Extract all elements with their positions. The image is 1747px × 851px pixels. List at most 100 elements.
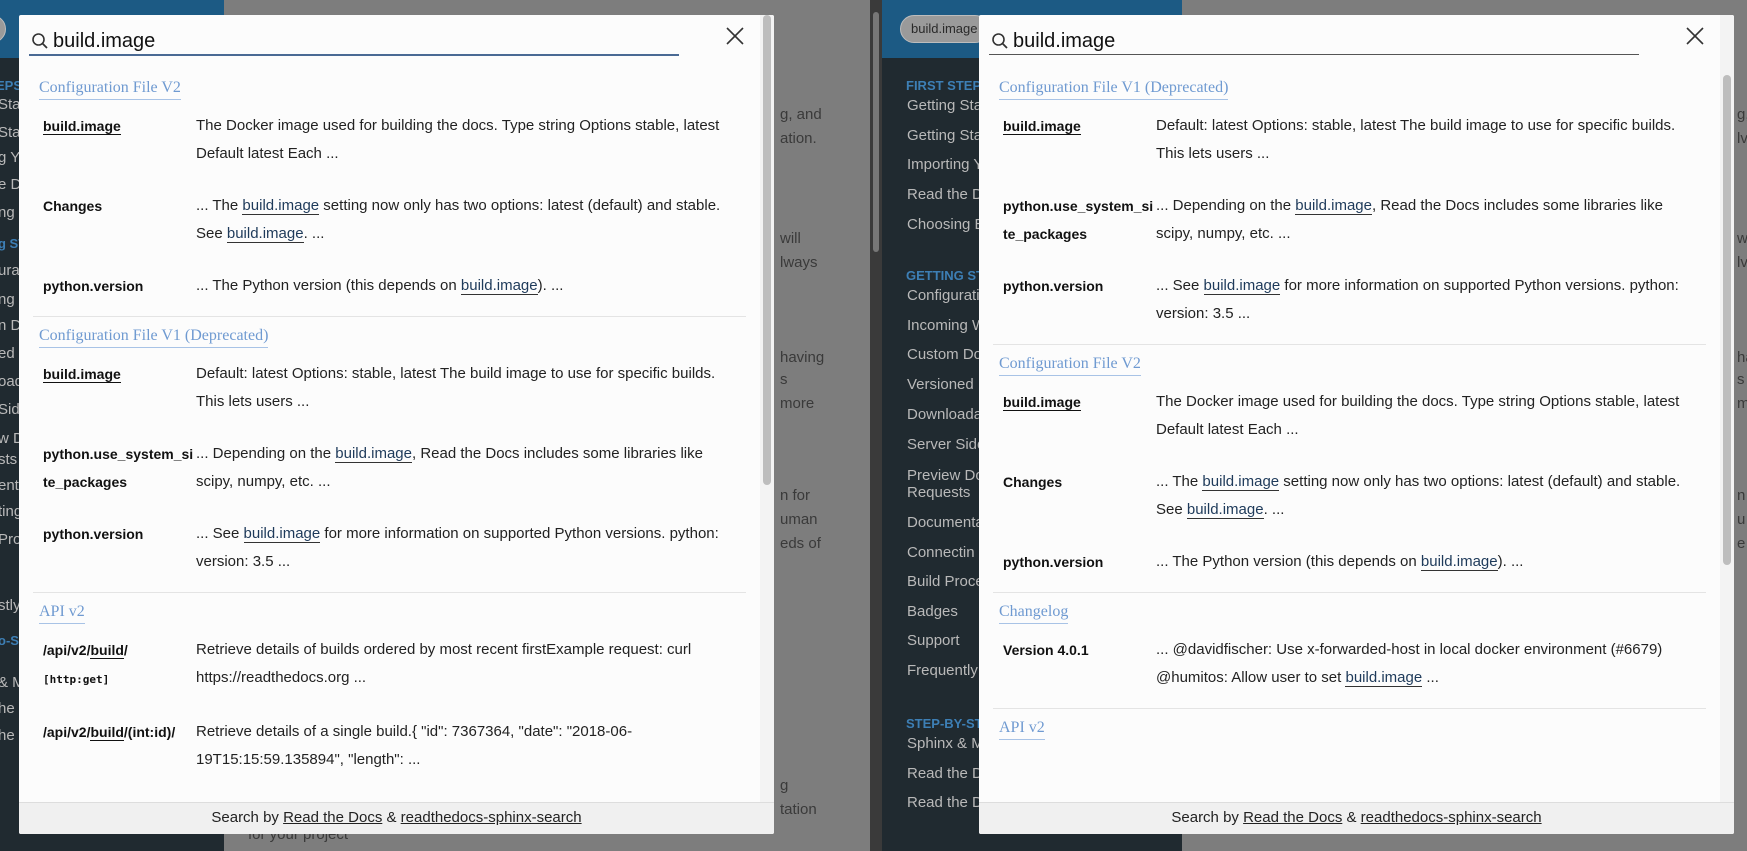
sidebar-item[interactable]: Support [907, 632, 960, 649]
sphinx-search-link[interactable]: readthedocs-sphinx-search [1361, 809, 1542, 826]
snippet-text: ... [1422, 669, 1439, 686]
search-input[interactable] [1013, 26, 1643, 56]
sidebar-item[interactable]: Connectin [907, 544, 975, 561]
hit-snippet: ... @davidfischer: Use x-forwarded-host … [1156, 636, 1696, 692]
snippet-text: ... Depending on the [196, 445, 336, 462]
section-title-link[interactable]: Changelog [999, 603, 1069, 624]
sidebar-item[interactable]: Custom Do [907, 346, 982, 363]
highlight-link[interactable]: build.image [243, 525, 321, 543]
highlight-link[interactable]: build.image [335, 445, 412, 463]
snippet-text: ... The Python version (this depends on [1156, 553, 1421, 570]
scrollbar-thumb[interactable] [763, 15, 771, 485]
sidebar-item[interactable]: Sta [0, 124, 21, 141]
http-method-tag: [http:get] [43, 673, 110, 686]
section-title-link[interactable]: API v2 [999, 719, 1045, 740]
results-scrollbar[interactable] [760, 15, 774, 802]
sidebar-item[interactable]: Versioned D [907, 376, 989, 393]
hit-key[interactable]: /api/v2/build/ [http:get] [43, 636, 196, 694]
result-hit[interactable]: Changes ... The build.image setting now o… [993, 456, 1706, 536]
highlight-link[interactable]: build.image [1345, 669, 1423, 687]
hit-key[interactable]: build.image [43, 112, 196, 168]
sidebar-item[interactable]: Incoming W [907, 317, 986, 334]
divider-scrollbar[interactable] [873, 12, 879, 252]
hit-key[interactable]: python.version [1003, 548, 1156, 576]
hit-key[interactable]: build.image [1003, 388, 1156, 444]
highlight-link[interactable]: build.image [1202, 473, 1280, 491]
sidebar-item[interactable]: Documenta [907, 514, 984, 531]
sidebar-item[interactable]: Requests [907, 484, 970, 501]
sidebar-item[interactable]: Choosing B [907, 216, 985, 233]
result-hit[interactable]: python.version ... See build.image for mo… [33, 508, 746, 588]
highlight-link[interactable]: build.image [1420, 553, 1498, 571]
hit-key[interactable]: Version 4.0.1 [1003, 636, 1156, 692]
highlight-link[interactable]: build.image [242, 197, 320, 215]
sidebar-item[interactable]: Importing Y [907, 156, 983, 173]
result-hit[interactable]: build.image The Docker image used for bui… [33, 100, 746, 180]
highlight-link[interactable]: build.image [1203, 277, 1281, 295]
sidebar-item[interactable]: Preview Do [907, 467, 984, 484]
result-hit[interactable]: build.image The Docker image used for bui… [993, 376, 1706, 456]
result-hit[interactable]: python.version ... See build.image for mo… [993, 260, 1706, 340]
sidebar-item[interactable]: Server Side [907, 436, 985, 453]
highlight-link[interactable]: build.image [1186, 501, 1264, 519]
sidebar-item[interactable]: Frequently [907, 662, 978, 679]
hit-snippet: ... The build.image setting now only has… [196, 192, 736, 248]
hit-key-text: build.image [1003, 394, 1081, 411]
section-title-link[interactable]: Configuration File V2 [39, 79, 181, 100]
result-hit[interactable]: Changes ... The build.image setting now o… [33, 180, 746, 260]
close-icon[interactable] [722, 23, 748, 49]
hit-key-text: build.image [43, 118, 121, 135]
sidebar-item[interactable]: Sphinx & M [907, 735, 984, 752]
section-title-link[interactable]: API v2 [39, 603, 85, 624]
content-text: tation [780, 801, 817, 818]
section-title-link[interactable]: Configuration File V1 (Deprecated) [39, 327, 269, 348]
highlight-link[interactable]: build.image [460, 277, 538, 295]
hit-key[interactable]: /api/v2/build/(int:id)/ [43, 718, 196, 774]
hit-key[interactable]: python.use_system_site_packages [43, 440, 196, 496]
scrollbar-thumb[interactable] [1723, 75, 1731, 565]
highlight-link[interactable]: build.image [226, 225, 304, 243]
sidebar-item[interactable]: Sta [0, 96, 21, 113]
highlight-link[interactable]: build.image [1295, 197, 1372, 215]
snippet-text: The Docker image used for building the d… [196, 117, 720, 162]
result-hit[interactable]: python.version ... The Python version (th… [993, 536, 1706, 588]
version-chip[interactable]: build.image [900, 15, 989, 43]
sidebar-item[interactable]: Read the D [907, 794, 983, 811]
hit-key[interactable]: python.version [43, 272, 196, 300]
result-hit[interactable]: build.image Default: latest Options: stab… [993, 100, 1706, 180]
hit-key[interactable]: Changes [43, 192, 196, 248]
sidebar-item[interactable]: Configuratio [907, 287, 988, 304]
sidebar-item[interactable]: stly [0, 597, 21, 614]
result-hit[interactable]: Version 4.0.1 ... @davidfischer: Use x-fo… [993, 624, 1706, 704]
sidebar-item[interactable]: Read the D [907, 765, 983, 782]
sphinx-search-link[interactable]: readthedocs-sphinx-search [401, 809, 582, 826]
result-hit[interactable]: /api/v2/build/(int:id)/Retrieve details … [33, 706, 746, 786]
footer-amp: & [382, 809, 401, 826]
read-the-docs-link[interactable]: Read the Docs [1243, 809, 1342, 826]
sidebar-item[interactable]: Read the D [907, 186, 983, 203]
hit-key[interactable]: Changes [1003, 468, 1156, 524]
sidebar-item[interactable]: g Y [0, 149, 20, 166]
sidebar-item[interactable]: Getting Sta [907, 127, 982, 144]
hit-key[interactable]: python.use_system_site_packages [1003, 192, 1156, 248]
section-title-link[interactable]: Configuration File V1 (Deprecated) [999, 79, 1229, 100]
sidebar-item[interactable]: Build Proce [907, 573, 984, 590]
close-icon[interactable] [1682, 23, 1708, 49]
result-hit[interactable]: python.use_system_site_packages... Depen… [993, 180, 1706, 260]
result-hit[interactable]: /api/v2/build/ [http:get] Retrieve details… [33, 624, 746, 706]
sidebar-item[interactable]: Badges [907, 603, 958, 620]
search-input[interactable] [53, 26, 683, 56]
hit-key[interactable]: python.version [43, 520, 196, 576]
hit-key[interactable]: build.image [1003, 112, 1156, 168]
sidebar-item[interactable]: sts [0, 451, 17, 468]
section-title-link[interactable]: Configuration File V2 [999, 355, 1141, 376]
result-hit[interactable]: build.image Default: latest Options: stab… [33, 348, 746, 428]
sidebar-item[interactable]: Getting Sta [907, 97, 982, 114]
hit-key[interactable]: build.image [43, 360, 196, 416]
result-hit[interactable]: python.use_system_site_packages... Depen… [33, 428, 746, 508]
result-hit[interactable]: python.version ... The Python version (th… [33, 260, 746, 312]
sidebar-item[interactable]: Downloada [907, 406, 982, 423]
hit-key[interactable]: python.version [1003, 272, 1156, 328]
results-scrollbar[interactable] [1720, 15, 1734, 802]
read-the-docs-link[interactable]: Read the Docs [283, 809, 382, 826]
